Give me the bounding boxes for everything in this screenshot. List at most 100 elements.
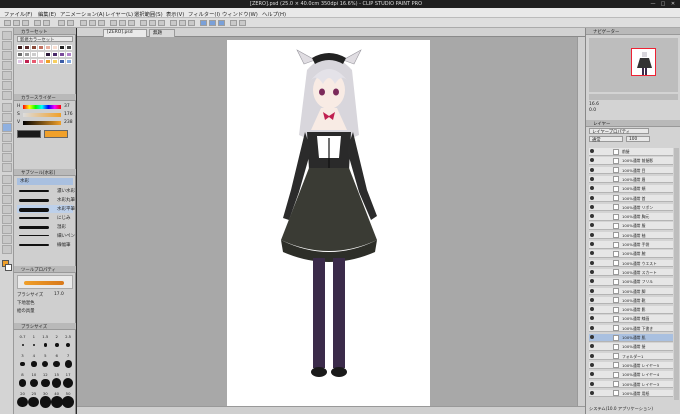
brush-size-cell[interactable]: 5 xyxy=(40,353,51,371)
color-set-select[interactable]: 新規カラーセット xyxy=(17,36,73,43)
color-mode-icon[interactable] xyxy=(230,20,237,26)
brush-size-cell[interactable]: 6 xyxy=(51,353,62,371)
brush-item-selected[interactable]: 水彩平筆 xyxy=(17,205,75,213)
brush-item[interactable]: 線幅筆 xyxy=(17,241,73,249)
select-mode-icon[interactable] xyxy=(200,20,207,26)
eye-icon[interactable] xyxy=(590,372,594,377)
tab-untitled[interactable]: 無題 xyxy=(149,29,175,37)
operation-tool-icon[interactable] xyxy=(2,51,12,60)
layer-scrollbar[interactable] xyxy=(674,148,679,400)
layer-row[interactable]: 100%通常 眉 xyxy=(589,175,673,184)
eye-icon[interactable] xyxy=(590,223,594,228)
flip-icon[interactable] xyxy=(188,20,195,26)
brush-size-cell[interactable]: 12 xyxy=(40,372,51,390)
color-swatch[interactable] xyxy=(66,45,72,50)
eye-icon[interactable] xyxy=(590,316,594,321)
vertical-scrollbar[interactable] xyxy=(577,37,585,406)
selection-tool-icon[interactable] xyxy=(2,71,12,80)
opacity-field[interactable]: 100 xyxy=(626,136,650,142)
menu-view[interactable]: 表示(V) xyxy=(166,10,184,18)
correct-line-tool-icon[interactable] xyxy=(2,245,12,254)
fit-icon[interactable] xyxy=(158,20,165,26)
brush-tool-icon[interactable] xyxy=(2,123,12,132)
undo-icon[interactable] xyxy=(34,20,41,26)
layer-row[interactable]: 100%通常 腕 xyxy=(589,250,673,258)
layer-row[interactable]: 100%通常 レイヤー4 xyxy=(589,371,673,379)
color-swatch[interactable] xyxy=(52,59,58,64)
color-swatch[interactable] xyxy=(59,45,65,50)
open-icon[interactable] xyxy=(13,20,20,26)
blend-tool-icon[interactable] xyxy=(2,163,12,172)
decoration-tool-icon[interactable] xyxy=(2,143,12,152)
layer-row[interactable]: 100%通常 レイヤー5 xyxy=(589,361,673,370)
color-swatch[interactable] xyxy=(24,45,30,50)
menu-window[interactable]: ウィンドウ(W) xyxy=(222,10,258,18)
eye-icon[interactable] xyxy=(590,214,594,219)
layer-row[interactable]: 100%通常 手袋 xyxy=(589,241,673,249)
maximize-icon[interactable]: □ xyxy=(658,1,668,7)
brush-size-cell[interactable]: 40 xyxy=(50,391,63,409)
fill-tool-icon[interactable] xyxy=(2,175,12,184)
eye-icon[interactable] xyxy=(590,176,594,181)
layer-row[interactable]: 100%通常 胸元 xyxy=(589,213,673,221)
save-icon[interactable] xyxy=(22,20,29,26)
eye-icon[interactable] xyxy=(590,362,594,367)
layer-row[interactable]: 100%通常 脚 xyxy=(589,287,673,296)
clear-icon[interactable] xyxy=(58,20,65,26)
zoom-in-icon[interactable] xyxy=(140,20,147,26)
eye-icon[interactable] xyxy=(590,251,594,256)
eye-icon[interactable] xyxy=(590,353,594,358)
color-swatch[interactable] xyxy=(52,52,58,57)
deselect-icon[interactable] xyxy=(89,20,96,26)
eye-icon[interactable] xyxy=(590,186,594,191)
hue-slider[interactable]: H 37 xyxy=(17,104,73,110)
shape-mode-icon[interactable] xyxy=(218,20,225,26)
menu-help[interactable]: ヘルプ(H) xyxy=(262,10,286,18)
pen-tool-icon[interactable] xyxy=(2,103,12,112)
color-swatch[interactable] xyxy=(66,59,72,64)
color-swatch[interactable] xyxy=(59,59,65,64)
transform-icon[interactable] xyxy=(80,20,87,26)
eye-icon[interactable] xyxy=(590,242,594,246)
layer-row[interactable]: 100%通常 スカート xyxy=(589,268,673,277)
text-tool-icon[interactable] xyxy=(2,225,12,234)
brush-size-cell[interactable]: 0.7 xyxy=(17,334,28,352)
eye-icon[interactable] xyxy=(590,195,594,200)
frame-tool-icon[interactable] xyxy=(2,205,12,214)
balloon-tool-icon[interactable] xyxy=(2,235,12,244)
layer-row[interactable]: 100%通常 肌 xyxy=(589,334,673,342)
eyedropper-tool-icon[interactable] xyxy=(2,91,12,100)
brush-size-cell[interactable]: 20 xyxy=(17,391,28,409)
eraser-tool-icon[interactable] xyxy=(2,153,12,162)
eye-icon[interactable] xyxy=(590,149,594,153)
rotate-right-icon[interactable] xyxy=(179,20,186,26)
brush-item[interactable]: 湿彩 xyxy=(17,223,73,231)
layer-row[interactable]: 100%通常 目 xyxy=(589,166,673,175)
brush-size-cell[interactable]: 4 xyxy=(28,353,39,371)
color-swatch[interactable] xyxy=(52,45,58,50)
layer-row[interactable]: 100%通常 袖 xyxy=(589,231,673,240)
zoom-value[interactable]: 16.6 xyxy=(589,102,599,107)
color-swatch[interactable] xyxy=(31,45,37,50)
color-swatch[interactable] xyxy=(31,52,37,57)
layer-row[interactable]: 前髪 xyxy=(589,148,673,156)
layer-property-tab[interactable]: レイヤープロパティ xyxy=(589,128,649,135)
layer-row[interactable]: 100%通常 服 xyxy=(589,222,673,230)
zoom-slider[interactable] xyxy=(589,94,678,100)
layer-row[interactable]: 100%通常 頬 xyxy=(589,185,673,193)
sub-color-swatch[interactable] xyxy=(5,264,12,271)
blend-mode-select[interactable]: 通常 xyxy=(589,136,623,143)
navigator-viewport[interactable] xyxy=(631,48,656,76)
layer-row[interactable]: 100%通常 首 xyxy=(589,194,673,203)
color-swatch[interactable] xyxy=(24,59,30,64)
layer-row[interactable]: フォルダー1 xyxy=(589,352,673,361)
eye-icon[interactable] xyxy=(590,381,594,386)
eye-icon[interactable] xyxy=(590,344,594,349)
brush-item[interactable]: 濃い水彩 xyxy=(17,187,75,195)
eye-icon[interactable] xyxy=(590,167,594,172)
gradient-tool-icon[interactable] xyxy=(2,185,12,194)
eye-icon[interactable] xyxy=(590,325,594,330)
layer-row[interactable]: 100%通常 レイヤー3 xyxy=(589,380,673,389)
subtool-group-tab[interactable]: 水彩 xyxy=(17,178,73,185)
ruler-tool-icon[interactable] xyxy=(2,215,12,224)
